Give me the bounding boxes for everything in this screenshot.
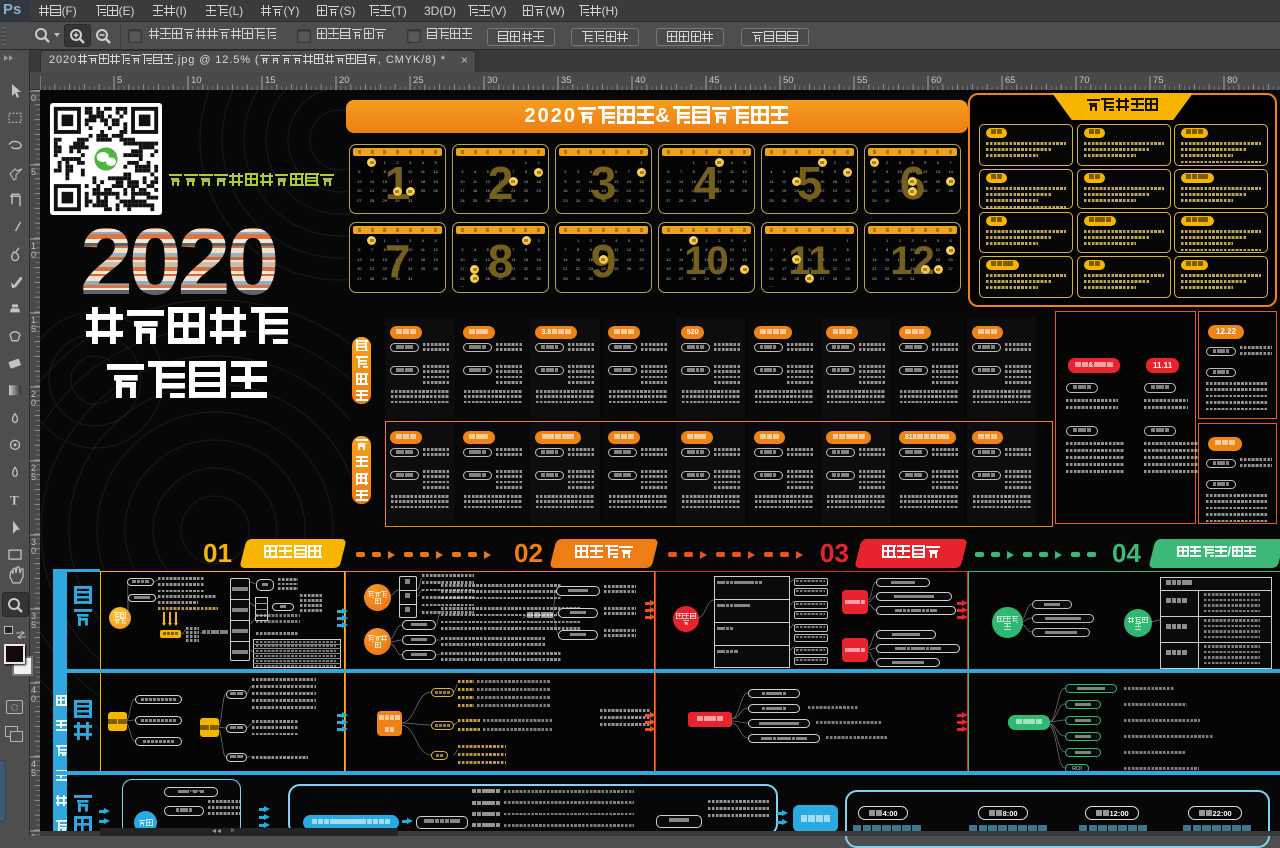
svg-text:35: 35 — [561, 75, 572, 86]
svg-text:40: 40 — [635, 75, 646, 86]
svg-text:5: 5 — [31, 620, 36, 630]
svg-text:0: 0 — [31, 398, 36, 408]
svg-text:5: 5 — [31, 324, 36, 334]
svg-text:80: 80 — [1227, 75, 1238, 86]
svg-text:75: 75 — [1153, 75, 1164, 86]
svg-text:60: 60 — [931, 75, 942, 86]
svg-text:10: 10 — [191, 75, 202, 86]
svg-text:5: 5 — [31, 167, 36, 177]
svg-text:5: 5 — [31, 472, 36, 482]
svg-text:5: 5 — [117, 75, 122, 86]
svg-text:0: 0 — [31, 546, 36, 556]
svg-text:65: 65 — [1005, 75, 1016, 86]
svg-text:20: 20 — [339, 75, 350, 86]
svg-text:55: 55 — [857, 75, 868, 86]
svg-text:0: 0 — [31, 250, 36, 260]
svg-text:T: T — [10, 493, 19, 508]
svg-text:30: 30 — [487, 75, 498, 86]
svg-text:50: 50 — [783, 75, 794, 86]
svg-text:45: 45 — [709, 75, 720, 86]
svg-text:0: 0 — [31, 694, 36, 704]
svg-text:70: 70 — [1079, 75, 1090, 86]
svg-text:15: 15 — [265, 75, 276, 86]
svg-text:5: 5 — [31, 768, 36, 778]
svg-text:25: 25 — [413, 75, 424, 86]
svg-text:0: 0 — [31, 93, 36, 103]
